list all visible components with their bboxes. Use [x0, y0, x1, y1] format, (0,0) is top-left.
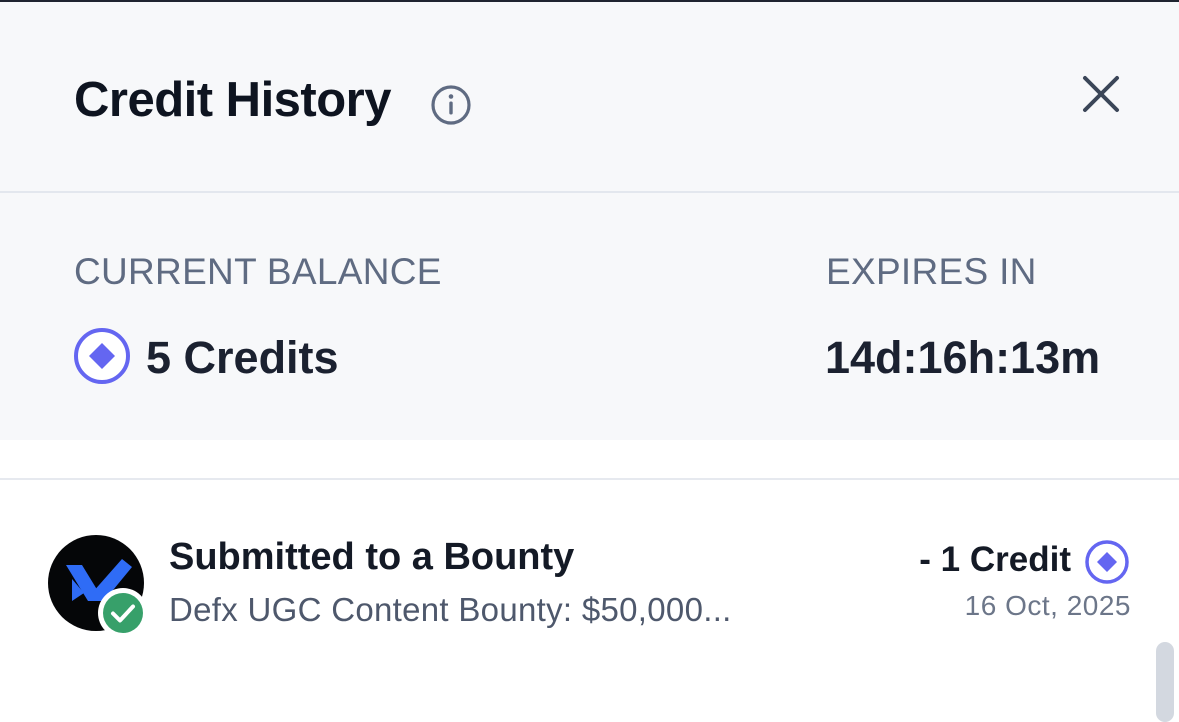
check-badge-icon — [98, 588, 148, 638]
current-balance-label: CURRENT BALANCE — [74, 251, 442, 292]
balance-panel: CURRENT BALANCE EXPIRES IN 5 Credits 14d… — [0, 193, 1179, 440]
current-balance-value: 5 Credits — [146, 332, 339, 383]
expires-in-value: 14d:16h:13m — [825, 332, 1101, 383]
info-icon[interactable] — [429, 83, 473, 127]
credit-diamond-icon — [1085, 540, 1129, 584]
history-item-title: Submitted to a Bounty — [169, 536, 575, 578]
scrollbar-thumb[interactable] — [1156, 642, 1174, 722]
page-title: Credit History — [74, 73, 392, 127]
expires-in-label: EXPIRES IN — [826, 251, 1037, 292]
close-icon[interactable] — [1080, 73, 1122, 115]
history-item-amount: - 1 Credit — [919, 540, 1071, 579]
credit-diamond-icon — [74, 328, 130, 384]
history-item-subtitle: Defx UGC Content Bounty: $50,000... — [169, 591, 732, 628]
credit-history-header: Credit History — [0, 2, 1179, 193]
history-item-date: 16 Oct, 2025 — [964, 590, 1131, 621]
history-list-item[interactable]: Submitted to a Bounty Defx UGC Content B… — [0, 480, 1179, 709]
